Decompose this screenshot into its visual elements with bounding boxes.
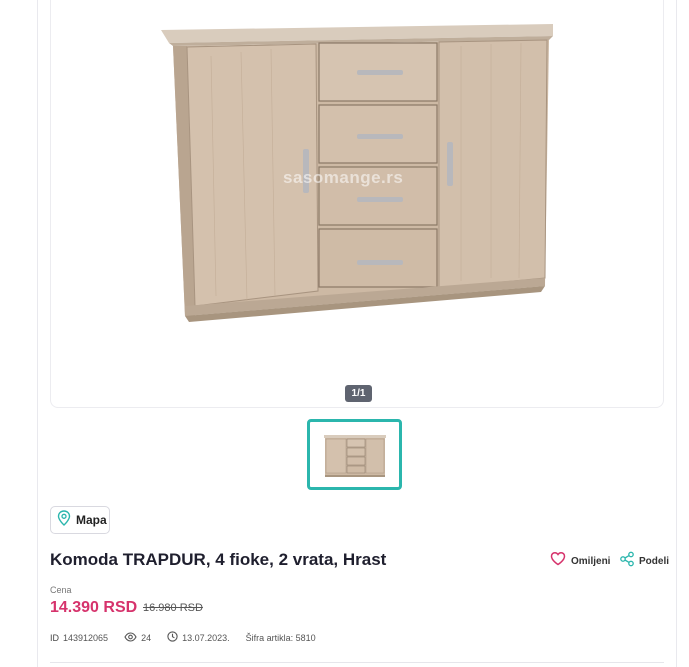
- share-icon: [619, 551, 635, 572]
- view-count: 24: [124, 631, 152, 644]
- sku: Šifra artikla: 5810: [246, 633, 316, 643]
- share-button[interactable]: Podeli: [619, 551, 669, 572]
- location-pin-icon: [57, 509, 71, 531]
- map-button[interactable]: Mapa: [50, 506, 110, 534]
- clock-icon: [167, 631, 178, 644]
- listing-date: 13.07.2023.: [167, 631, 230, 644]
- id-label: ID: [50, 632, 59, 643]
- current-price: 14.390 RSD: [50, 599, 138, 616]
- views-value: 24: [141, 632, 152, 643]
- left-divider: [37, 0, 38, 667]
- thumbnail-cabinet-icon: [324, 435, 386, 477]
- image-pager: 1/1: [345, 385, 372, 402]
- map-label: Mapa: [76, 513, 107, 527]
- date-value: 13.07.2023.: [182, 632, 230, 643]
- sku-value: Šifra artikla: 5810: [245, 632, 316, 643]
- eye-icon: [124, 631, 137, 644]
- image-gallery[interactable]: sasomange.rs 1/1: [50, 0, 664, 408]
- heart-icon: [550, 551, 566, 571]
- section-divider: [50, 662, 664, 663]
- price-label: Cena: [50, 585, 72, 595]
- old-price: 16.980 RSD: [143, 602, 203, 614]
- favorite-label: Omiljeni: [571, 555, 611, 567]
- favorite-button[interactable]: Omiljeni: [550, 551, 610, 571]
- listing-title: Komoda TRAPDUR, 4 fioke, 2 vrata, Hrast: [50, 550, 387, 569]
- share-label: Podeli: [639, 556, 670, 567]
- thumbnail-image[interactable]: [307, 419, 402, 490]
- watermark-text: sasomange.rs: [283, 168, 404, 187]
- listing-id: ID 143912065: [50, 633, 108, 643]
- listing-meta: ID 143912065 24 13.07.2023. Šifra artikl…: [50, 631, 332, 644]
- right-divider: [676, 0, 677, 667]
- id-value: 143912065: [63, 632, 109, 643]
